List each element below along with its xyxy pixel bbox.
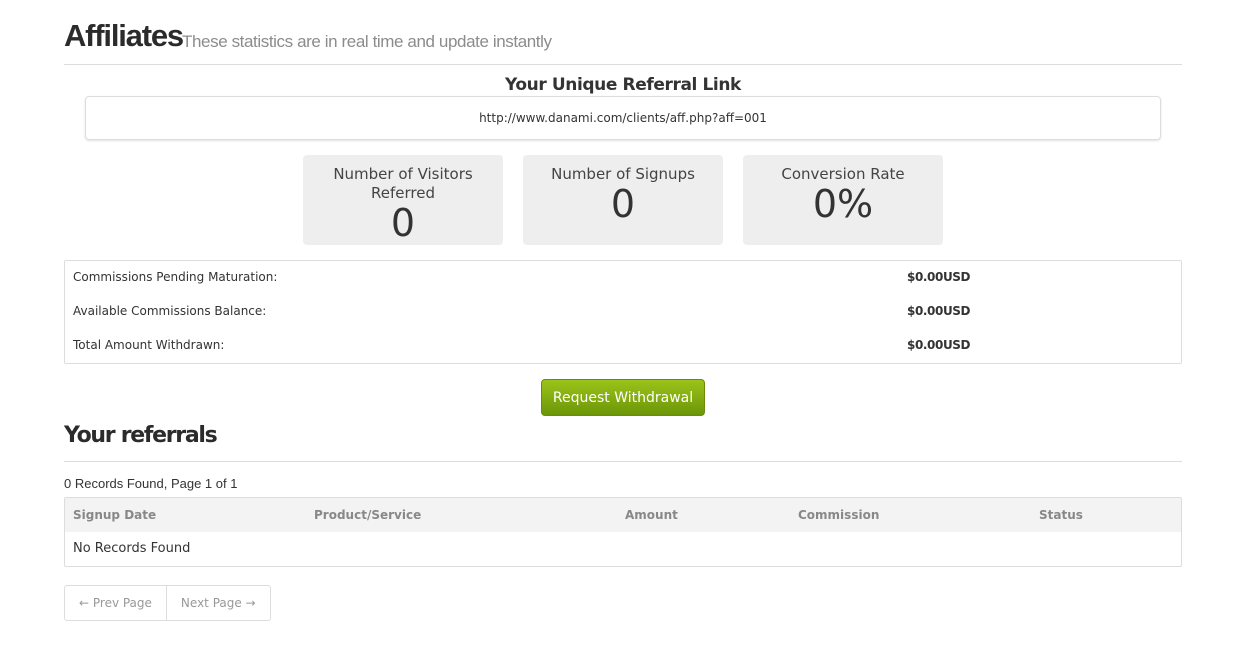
page-subtitle: These statistics are in real time and up… [182, 32, 552, 51]
stat-value: 0 [610, 182, 636, 226]
stat-signups: Number of Signups 0 [523, 155, 723, 245]
no-records-message: No Records Found [73, 541, 191, 556]
request-withdrawal-button[interactable]: Request Withdrawal [541, 379, 705, 416]
commission-row-withdrawn: Total Amount Withdrawn: $0.00USD [65, 329, 1181, 363]
next-page-button[interactable]: Next Page → [165, 586, 270, 620]
commissions-table: Commissions Pending Maturation: $0.00USD… [64, 260, 1182, 364]
pagination: ← Prev Page Next Page → [64, 585, 271, 621]
commission-value: $0.00USD [907, 338, 971, 352]
column-header-amount[interactable]: Amount [625, 508, 678, 522]
column-header-commission[interactable]: Commission [798, 508, 879, 522]
stat-value: 0 [390, 201, 416, 245]
column-header-signup-date[interactable]: Signup Date [73, 508, 156, 522]
commission-label: Total Amount Withdrawn: [73, 338, 225, 352]
referrals-title: Your referrals [64, 423, 218, 448]
commission-value: $0.00USD [907, 270, 971, 284]
page-header: Affiliates These statistics are in real … [64, 18, 1182, 65]
referrals-header: Your referrals [64, 423, 1182, 462]
column-header-product-service[interactable]: Product/Service [314, 508, 421, 522]
commission-row-pending: Commissions Pending Maturation: $0.00USD [65, 261, 1181, 295]
records-info: 0 Records Found, Page 1 of 1 [64, 476, 238, 491]
commission-row-available: Available Commissions Balance: $0.00USD [65, 295, 1181, 329]
column-header-status[interactable]: Status [1039, 508, 1083, 522]
referral-link-title: Your Unique Referral Link [505, 75, 741, 95]
prev-page-button[interactable]: ← Prev Page [65, 586, 166, 620]
table-header: Signup Date Product/Service Amount Commi… [65, 498, 1181, 532]
stat-label: Number of Visitors Referred [333, 165, 473, 202]
stat-visitors-referred: Number of Visitors Referred 0 [303, 155, 503, 245]
commission-label: Commissions Pending Maturation: [73, 270, 278, 284]
referral-link-box[interactable]: http://www.danami.com/clients/aff.php?af… [85, 96, 1161, 140]
stat-value: 0% [812, 182, 874, 226]
page-title: Affiliates [64, 18, 184, 53]
commission-label: Available Commissions Balance: [73, 304, 267, 318]
commission-value: $0.00USD [907, 304, 971, 318]
stat-conversion-rate: Conversion Rate 0% [743, 155, 943, 245]
referrals-table: Signup Date Product/Service Amount Commi… [64, 497, 1182, 567]
